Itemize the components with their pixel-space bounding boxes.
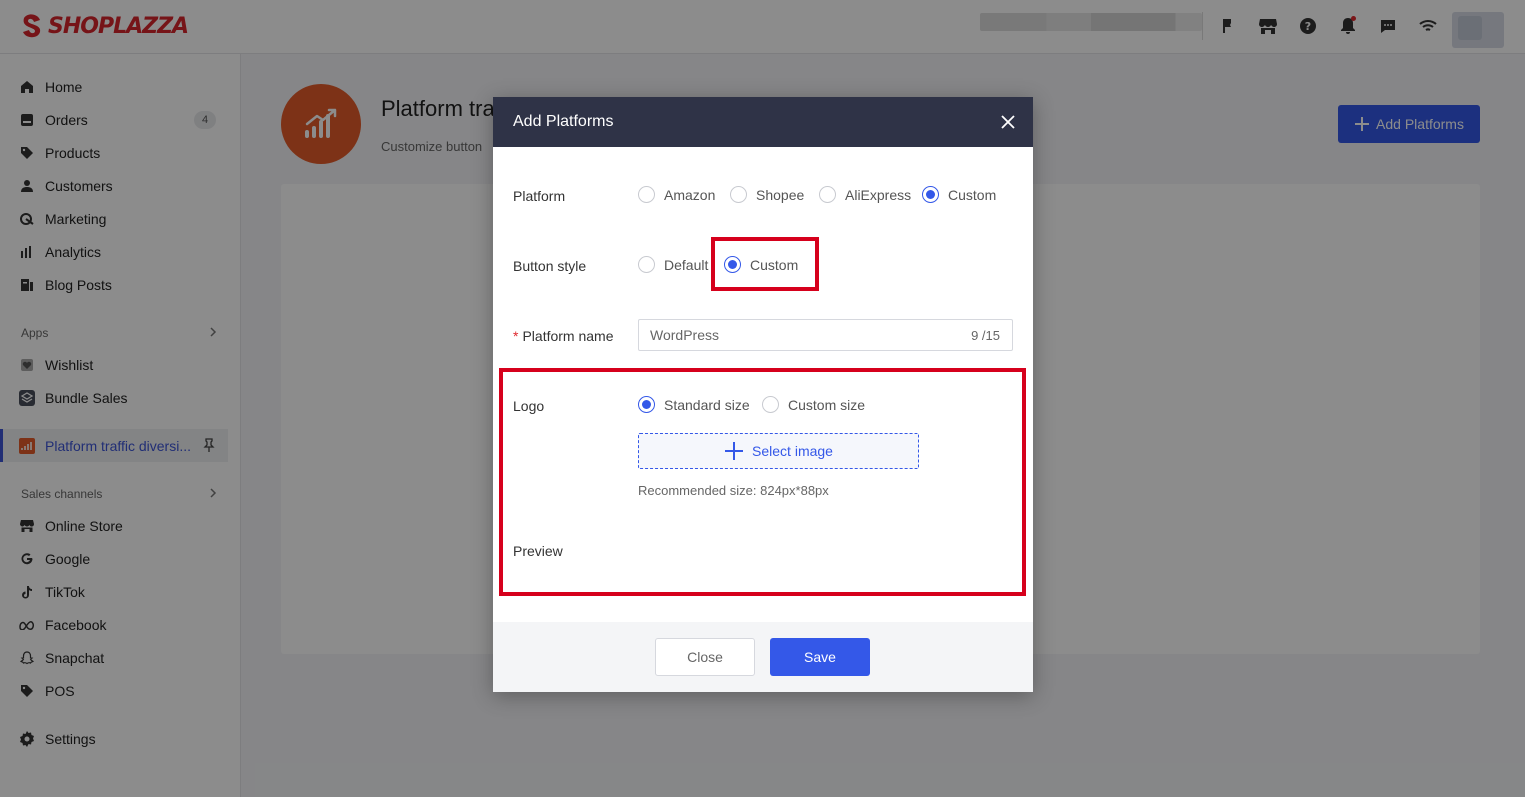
- radio-label: Custom: [948, 186, 997, 203]
- platform-name-label-text: Platform name: [522, 328, 614, 344]
- close-button[interactable]: Close: [655, 638, 755, 676]
- radio-circle-selected: [922, 186, 939, 203]
- radio-label: Shopee: [756, 186, 805, 203]
- dialog-header: Add Platforms: [493, 97, 1033, 147]
- radio-circle: [638, 256, 655, 273]
- dialog-title: Add Platforms: [513, 113, 614, 130]
- highlight-box-logo-section: [499, 368, 1026, 596]
- radio-circle: [819, 186, 836, 203]
- platform-name-value: WordPress: [650, 327, 719, 343]
- radio-label: Default: [664, 256, 709, 273]
- highlight-box-button-style: [711, 237, 819, 291]
- platform-name-input[interactable]: WordPress 9 /15: [638, 319, 1013, 351]
- platform-radio-aliexpress[interactable]: AliExpress: [819, 186, 911, 203]
- radio-circle: [730, 186, 747, 203]
- radio-label: Amazon: [664, 186, 716, 203]
- platform-name-label: * Platform name: [513, 328, 614, 344]
- button-style-label: Button style: [513, 258, 587, 274]
- platform-radio-shopee[interactable]: Shopee: [730, 186, 804, 203]
- button-style-radio-default[interactable]: Default: [638, 256, 708, 273]
- platform-radio-custom[interactable]: Custom: [922, 186, 996, 203]
- platform-label: Platform: [513, 188, 566, 204]
- radio-label: AliExpress: [845, 186, 912, 203]
- save-button[interactable]: Save: [770, 638, 870, 676]
- required-mark: *: [513, 328, 519, 344]
- character-counter: 9 /15: [971, 328, 1000, 343]
- close-icon[interactable]: [999, 113, 1017, 131]
- radio-circle: [638, 186, 655, 203]
- platform-radio-amazon[interactable]: Amazon: [638, 186, 715, 203]
- dialog-footer: Close Save: [493, 622, 1033, 692]
